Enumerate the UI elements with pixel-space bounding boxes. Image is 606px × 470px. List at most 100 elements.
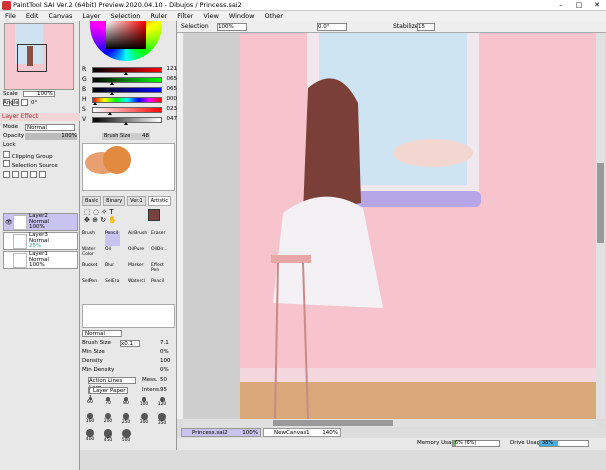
brush-size-preset[interactable]: 60 xyxy=(82,397,98,412)
tool-airbrush[interactable]: AirBrush xyxy=(128,231,147,246)
brush-size-preset[interactable]: 100 xyxy=(136,397,152,412)
slider-knob[interactable] xyxy=(108,112,113,115)
clipping-checkbox[interactable] xyxy=(3,151,10,158)
slider-knob[interactable] xyxy=(109,92,114,95)
lasso-icon[interactable]: ◌ xyxy=(93,208,99,216)
brush-size-multiplier[interactable]: x0.1 xyxy=(120,340,140,347)
tab-ver1[interactable]: Ver.1 xyxy=(127,196,146,206)
brush-size-preset[interactable]: 120 xyxy=(154,397,170,412)
menu-view[interactable]: View xyxy=(198,11,223,21)
slider-knob[interactable] xyxy=(124,72,129,75)
menu-other[interactable]: Other xyxy=(259,11,287,21)
horizontal-scroll-thumb[interactable] xyxy=(273,420,393,426)
tool-watercl[interactable]: Watercl xyxy=(128,279,145,294)
menu-window[interactable]: Window xyxy=(224,11,260,21)
menu-selection[interactable]: Selection xyxy=(105,11,145,21)
stabilizer-select[interactable]: 15 xyxy=(417,23,435,31)
menu-layer[interactable]: Layer xyxy=(77,11,105,21)
close-button[interactable]: ✕ xyxy=(588,0,606,11)
slider-knob[interactable] xyxy=(93,102,97,105)
doc-tab-newcanvas1[interactable]: NewCanvas1 140% xyxy=(263,428,341,437)
doc-tab-princess[interactable]: Princess.sai2 100% xyxy=(181,428,261,437)
menu-edit[interactable]: Edit xyxy=(21,11,44,21)
tab-binary[interactable]: Binary xyxy=(103,196,126,206)
vertical-scroll-thumb[interactable] xyxy=(597,163,604,243)
tool-brush[interactable]: Brush xyxy=(82,231,97,246)
layer-mode-select[interactable]: Normal xyxy=(25,124,75,131)
hand-icon[interactable]: ✋ xyxy=(108,216,117,224)
opacity-slider[interactable]: 100% xyxy=(25,133,77,140)
brush-size-preset[interactable]: 500 xyxy=(118,429,134,444)
layer-item-layer3[interactable]: Layer3 Normal 25% xyxy=(3,232,78,250)
layer-item-layer2[interactable]: 👁 Layer2 Normal 100% xyxy=(3,213,78,231)
tool-effect-pen[interactable]: Effect Pen xyxy=(151,263,166,278)
rotate-icon[interactable]: ↻ xyxy=(100,216,106,224)
menu-ruler[interactable]: Ruler xyxy=(145,11,172,21)
color-wheel[interactable] xyxy=(90,21,162,61)
color-mixer[interactable] xyxy=(82,143,175,191)
tool-pencil[interactable]: Pencil xyxy=(105,231,120,246)
tool-marker[interactable]: Marker xyxy=(128,263,144,278)
eye-icon[interactable]: 👁 xyxy=(5,219,13,226)
magic-wand-icon[interactable]: ✧ xyxy=(101,208,107,216)
tool-eraser[interactable]: Eraser xyxy=(151,231,166,246)
slider-knob[interactable] xyxy=(109,82,114,85)
move-icon[interactable]: ✥ xyxy=(84,216,90,224)
zoom-icon[interactable]: ⊕ xyxy=(92,216,98,224)
brush-size-preset[interactable]: 70 xyxy=(100,397,116,412)
brush-size-preset[interactable]: 350 xyxy=(154,413,170,428)
new-layer-button[interactable] xyxy=(3,171,10,178)
brush-size-preset[interactable]: 160 xyxy=(82,413,98,428)
slider-b[interactable] xyxy=(92,87,162,95)
current-color-swatch[interactable] xyxy=(148,209,160,221)
tool-oildir-[interactable]: OilDir... xyxy=(151,247,168,262)
tab-basic[interactable]: Basic xyxy=(82,196,102,206)
slider-g[interactable] xyxy=(92,77,162,85)
canvas[interactable] xyxy=(183,33,596,419)
slider-r[interactable] xyxy=(92,67,162,75)
saturation-value-square[interactable] xyxy=(106,21,146,49)
minimize-button[interactable]: – xyxy=(552,0,570,11)
delete-layer-button[interactable] xyxy=(38,171,46,178)
tool-selera[interactable]: SelEra xyxy=(105,279,120,294)
tool-oilpure[interactable]: OilPure xyxy=(128,247,144,262)
angle-select[interactable]: 0.0° xyxy=(317,23,347,31)
tool-selpen[interactable]: SelPen xyxy=(82,279,97,294)
selection-source-checkbox[interactable] xyxy=(3,160,10,167)
tool-water-color[interactable]: Water Color xyxy=(82,247,97,262)
clipping-row[interactable]: Clipping Group xyxy=(3,151,77,160)
layer-item-layer1[interactable]: Layer1 Normal 100% xyxy=(3,251,78,269)
vertical-scrollbar[interactable] xyxy=(596,33,605,419)
brush-size-preset[interactable]: 300 xyxy=(136,413,152,428)
brush-size-preset[interactable]: 400 xyxy=(82,429,98,444)
select-rect-icon[interactable]: ⬚ xyxy=(84,208,91,216)
new-folder-button[interactable] xyxy=(11,171,19,178)
copy-layer-button[interactable] xyxy=(20,171,28,178)
horizontal-scrollbar[interactable] xyxy=(183,419,596,427)
menu-canvas[interactable]: Canvas xyxy=(43,11,77,21)
slider-v[interactable] xyxy=(92,117,162,125)
merge-down-button[interactable] xyxy=(29,171,37,178)
maximize-button[interactable]: □ xyxy=(570,0,588,11)
menu-filter[interactable]: Filter xyxy=(172,11,198,21)
slider-s[interactable] xyxy=(92,107,162,115)
texture-select[interactable]: Action Lines Larg xyxy=(88,377,136,391)
tool-bucket[interactable]: Bucket xyxy=(82,263,97,278)
menu-file[interactable]: File xyxy=(0,11,21,21)
tool-oil[interactable]: Oil xyxy=(105,247,120,262)
text-icon[interactable]: T xyxy=(109,208,113,216)
brush-size-preset[interactable]: 250 xyxy=(118,413,134,428)
selection-source-row[interactable]: Selection Source xyxy=(3,160,77,169)
slider-knob[interactable] xyxy=(124,122,129,125)
brush-size-preset[interactable]: 450 xyxy=(100,429,116,444)
brush-size-preset[interactable]: 200 xyxy=(100,413,116,428)
brush-mode-select[interactable]: Normal xyxy=(82,330,122,337)
tool-pencil[interactable]: Pencil xyxy=(151,279,166,294)
navigator-thumbnail[interactable] xyxy=(4,23,74,90)
brush-size-preset[interactable]: 80 xyxy=(118,397,134,412)
layer-effect-header[interactable]: Layer Effect xyxy=(0,113,80,121)
zoom-select[interactable]: 100% xyxy=(217,23,247,31)
paper-select[interactable]: [ Layer Paper ] xyxy=(88,387,128,401)
tool-blur[interactable]: Blur xyxy=(105,263,120,278)
tab-artistic[interactable]: Artistic xyxy=(147,196,172,206)
